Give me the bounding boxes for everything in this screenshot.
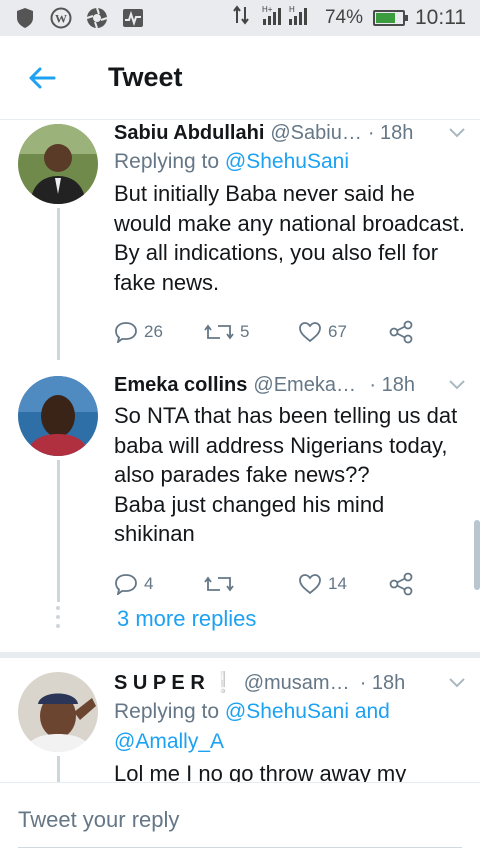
tweet-header: Sabiu Abdullahi @Sabiu… · 18h <box>114 120 466 146</box>
tweet-time: · 18h <box>367 122 414 144</box>
tweet-time: · 18h <box>369 374 415 396</box>
svg-text:H: H <box>289 5 295 14</box>
page-title: Tweet <box>108 62 183 92</box>
author-name[interactable]: Sabiu Abdullahi <box>114 120 264 146</box>
battery-percent: 74% <box>324 7 363 28</box>
like-count: 14 <box>328 573 347 593</box>
battery-icon <box>373 10 408 26</box>
chevron-down-icon[interactable] <box>448 120 466 146</box>
tweet-item[interactable]: Emeka collins @Emekac… · 18h So NTA that… <box>0 372 480 602</box>
tweet-text-line: also parades fake news?? <box>114 462 370 487</box>
tweet-text: Lol me I no go throw away my <box>114 761 407 782</box>
app-header: Tweet <box>0 36 480 120</box>
retweet-icon <box>204 324 234 340</box>
replying-to-label: Replying to <box>114 150 225 173</box>
author-handle[interactable]: @musamukt… <box>244 670 354 696</box>
tweet-content: Sabiu Abdullahi @Sabiu… · 18h Replying t… <box>114 120 466 347</box>
badge: ❕ <box>210 672 236 694</box>
author-name[interactable]: S U P E R <box>114 670 205 696</box>
share-button[interactable] <box>388 572 414 596</box>
tweet-text-line: shikinan <box>114 521 195 546</box>
avatar[interactable] <box>18 376 98 456</box>
tweet-content: Emeka collins @Emekac… · 18h So NTA that… <box>114 372 466 599</box>
like-button[interactable]: 14 <box>298 573 388 595</box>
back-arrow-icon <box>29 67 56 88</box>
scrollbar[interactable] <box>474 520 480 590</box>
like-button[interactable]: 67 <box>298 321 388 343</box>
mention-link[interactable]: @Amally_A <box>114 730 224 753</box>
shield-icon <box>14 7 36 29</box>
tweet-item[interactable]: S U P E R ❕ @musamukt… · 18h Replying to… <box>0 670 480 782</box>
wordpress-icon: W <box>50 7 72 29</box>
thread-line <box>57 756 60 782</box>
replying-to-cont: @Amally_A <box>114 728 466 756</box>
aperture-icon <box>86 7 108 29</box>
thread-dots <box>56 606 60 628</box>
tweet-text: So NTA that has been telling us dat baba… <box>114 401 466 549</box>
reply-button[interactable]: 26 <box>114 321 204 343</box>
chevron-down-icon[interactable] <box>448 372 466 398</box>
tweet-header: S U P E R ❕ @musamukt… · 18h <box>114 670 466 696</box>
reply-icon <box>115 322 137 343</box>
svg-text:W: W <box>55 12 67 26</box>
data-transfer-icon <box>233 5 249 31</box>
tweet-text-line: baba will address Nigerians today, <box>114 432 448 458</box>
retweet-count: 5 <box>240 322 250 341</box>
replying-to: Replying to @ShehuSani <box>114 148 466 176</box>
like-count: 67 <box>328 322 347 341</box>
replying-to-label: Replying to <box>114 700 225 723</box>
heart-icon <box>299 573 321 594</box>
reply-icon <box>115 573 137 595</box>
activity-icon <box>122 7 144 29</box>
status-icons-left: W <box>14 7 144 29</box>
share-icon <box>389 320 413 344</box>
replying-to: Replying to @ShehuSani and <box>114 698 466 726</box>
share-icon <box>389 572 413 595</box>
tweet-content: S U P E R ❕ @musamukt… · 18h Replying to… <box>114 670 466 782</box>
reply-input[interactable]: Tweet your reply <box>18 807 179 833</box>
tweet-header: Emeka collins @Emekac… · 18h <box>114 372 466 398</box>
mention-link[interactable]: @ShehuSani and <box>225 700 390 723</box>
reply-count: 4 <box>144 573 154 593</box>
author-handle[interactable]: @Emekac… <box>253 372 363 398</box>
tweet-text: But initially Baba never said he would m… <box>114 181 465 295</box>
reply-composer: Tweet your reply <box>0 782 480 854</box>
reply-button[interactable]: 4 <box>114 573 204 595</box>
retweet-icon <box>204 576 234 591</box>
share-button[interactable] <box>388 320 414 344</box>
tweet-text-line: Baba just changed his mind <box>114 491 385 517</box>
avatar[interactable] <box>18 124 98 204</box>
reply-underline <box>18 847 462 848</box>
back-button[interactable] <box>14 50 70 106</box>
tweet-actions: 26 5 67 <box>114 317 466 347</box>
more-replies-link[interactable]: 3 more replies <box>117 606 256 632</box>
retweet-button[interactable] <box>204 574 298 594</box>
tweet-text-line: So NTA that has been telling us dat <box>114 403 458 428</box>
divider <box>0 652 480 658</box>
status-icons-right: H+ H 74% 10:11 <box>233 4 466 32</box>
chevron-down-icon[interactable] <box>448 670 466 696</box>
heart-icon <box>299 322 321 343</box>
signal-icon: H+ H <box>259 4 315 32</box>
clock: 10:11 <box>415 6 466 29</box>
thread-line <box>57 460 60 602</box>
tweet-item[interactable]: Sabiu Abdullahi @Sabiu… · 18h Replying t… <box>0 120 480 360</box>
retweet-button[interactable]: 5 <box>204 322 298 342</box>
svg-text:H+: H+ <box>262 5 273 14</box>
reply-count: 26 <box>144 322 163 341</box>
avatar[interactable] <box>18 672 98 752</box>
mention-link[interactable]: @ShehuSani <box>225 150 349 173</box>
status-bar: W H+ H 74% 10:11 <box>0 0 480 36</box>
thread-line <box>57 208 60 360</box>
tweet-time: · 18h <box>359 672 406 694</box>
author-handle[interactable]: @Sabiu… <box>270 120 361 146</box>
tweet-actions: 4 14 <box>114 569 466 599</box>
author-name[interactable]: Emeka collins <box>114 372 247 398</box>
